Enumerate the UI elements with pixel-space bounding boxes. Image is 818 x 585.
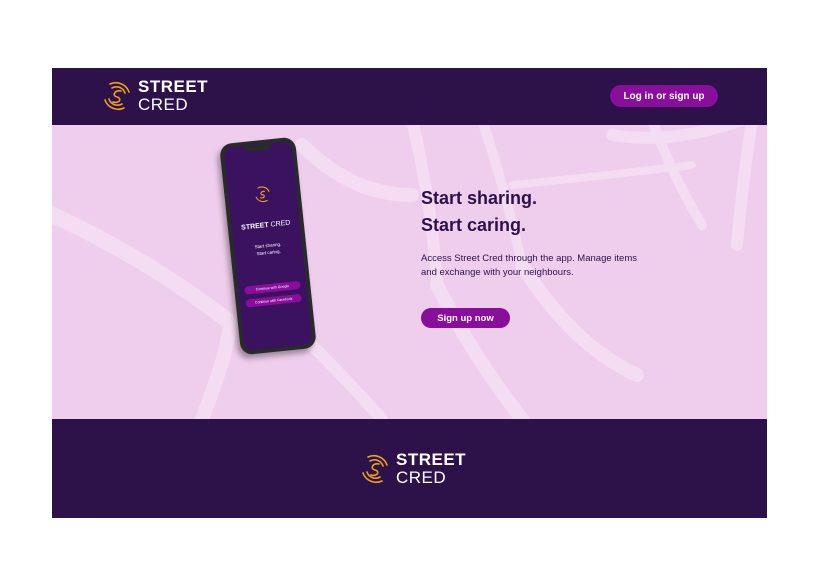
street-cred-swirl-icon <box>255 186 270 203</box>
headline-line1: Start sharing. <box>421 188 538 208</box>
footer-brand-name-cred: CRED <box>396 468 447 487</box>
footer-brand-wordmark: STREET CRED <box>396 451 466 487</box>
street-cred-swirl-icon <box>362 454 388 484</box>
phone-facebook-button: Continue with Facebook <box>245 293 303 308</box>
hero-headline: Start sharing. Start caring. <box>421 185 671 239</box>
site-footer: STREET CRED <box>52 419 767 518</box>
brand-name-street: STREET <box>138 77 209 96</box>
phone-tagline: Start sharing. Start caring. <box>234 238 303 259</box>
hero-description: Access Street Cred through the app. Mana… <box>421 253 637 278</box>
street-cred-swirl-icon <box>104 81 130 111</box>
phone-google-button: Continue with Google <box>244 280 301 295</box>
footer-logo[interactable]: STREET CRED <box>359 451 466 487</box>
headline-line2: Start caring. <box>421 215 527 235</box>
hero-text: Start sharing. Start caring. Access Stre… <box>421 185 671 279</box>
hero-section: STREET CRED Start sharing. Start caring.… <box>52 125 767 419</box>
phone-app-name: STREET CRED <box>232 219 300 233</box>
page-frame: STREET CRED Log in or sign up STREET CRE… <box>52 68 767 518</box>
site-header: STREET CRED Log in or sign up <box>52 68 767 125</box>
phone-app-name-bold: STREET <box>240 221 270 232</box>
sign-up-now-button[interactable]: Sign up now <box>421 308 510 328</box>
brand-name-cred: CRED <box>138 95 189 114</box>
phone-app-name-light: CRED <box>270 219 291 229</box>
login-signup-button[interactable]: Log in or sign up <box>610 85 718 107</box>
header-logo[interactable]: STREET CRED <box>101 78 208 114</box>
brand-wordmark: STREET CRED <box>138 78 208 114</box>
footer-brand-name-street: STREET <box>396 450 467 469</box>
